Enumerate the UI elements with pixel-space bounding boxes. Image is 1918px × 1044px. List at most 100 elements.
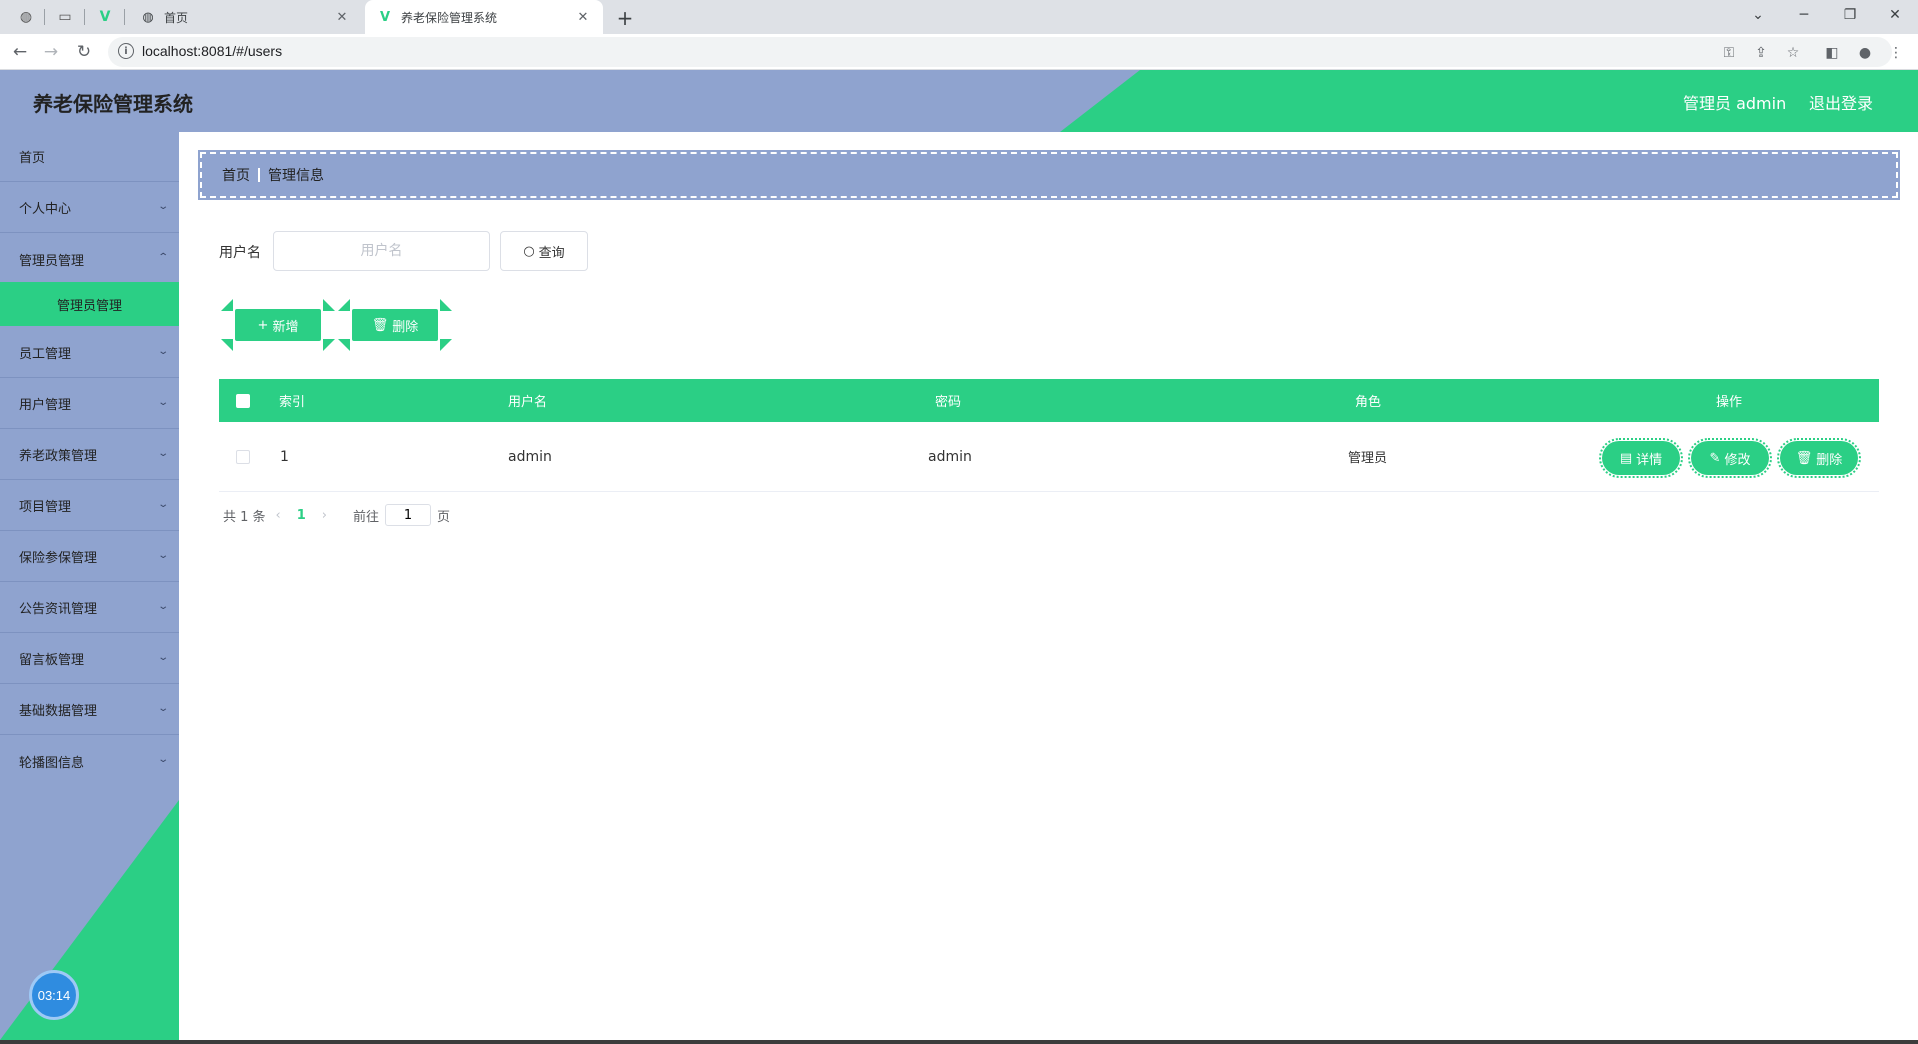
timer-badge[interactable]: 03:14 [29, 970, 79, 1020]
sidebar-item-basic-data[interactable]: 基础数据管理 ⌄ [0, 685, 179, 735]
side-panel-icon[interactable]: ◧ [1822, 43, 1842, 63]
pencil-icon: ✎ [1709, 450, 1721, 466]
site-info-icon[interactable]: i [118, 43, 134, 59]
row-delete-button[interactable]: 🗑 删除 [1777, 438, 1861, 478]
add-button-label: 新增 [272, 319, 299, 335]
sidebar-item-carousel[interactable]: 轮播图信息 ⌄ [0, 736, 179, 786]
close-icon[interactable]: ✕ [334, 9, 350, 25]
breadcrumb-home[interactable]: 首页 [222, 165, 250, 185]
share-icon[interactable]: ⇪ [1751, 43, 1771, 63]
sidebar-item-staff-management[interactable]: 员工管理 ⌄ [0, 328, 179, 378]
row-select-cell [236, 422, 250, 491]
minimize-button[interactable]: ─ [1781, 0, 1827, 30]
select-all-checkbox[interactable] [236, 393, 250, 408]
edit-button[interactable]: ✎ 修改 [1688, 438, 1772, 478]
column-header-actions: 操作 [1716, 395, 1743, 410]
chevron-down-icon: ⌄ [156, 346, 169, 357]
row-checkbox[interactable] [236, 449, 250, 464]
close-window-button[interactable]: ✕ [1872, 0, 1918, 30]
page-number-current[interactable]: 1 [297, 508, 306, 523]
next-page-icon[interactable]: › [322, 508, 327, 523]
chevron-down-icon: ⌄ [156, 397, 169, 408]
sidebar: 首页 个人中心 ⌄ 管理员管理 ⌃ 管理员管理 员工管理 ⌄ 用户管理 ⌄ 养老… [0, 132, 179, 1040]
chevron-up-icon: ⌃ [156, 252, 169, 263]
key-icon[interactable]: ⚿ [1719, 43, 1739, 63]
app-header: 养老保险管理系统 管理员 admin 退出登录 [0, 70, 1918, 132]
sidebar-item-label: 轮播图信息 [19, 755, 85, 771]
close-icon[interactable]: ✕ [575, 9, 591, 25]
sidebar-item-label: 管理员管理 [19, 253, 85, 269]
username-search-input[interactable] [273, 231, 490, 271]
sidebar-item-label: 个人中心 [19, 202, 72, 217]
sidebar-item-project-management[interactable]: 项目管理 ⌄ [0, 481, 179, 531]
sidebar-item-admin-management[interactable]: 管理员管理 ⌃ [0, 234, 179, 284]
sidebar-item-home[interactable]: 首页 [0, 132, 179, 182]
pinned-tab-blank-icon[interactable]: ▭ [52, 4, 78, 30]
breadcrumb: 首页 管理信息 [198, 150, 1900, 200]
sidebar-item-label: 项目管理 [19, 500, 72, 515]
sidebar-item-label: 用户管理 [19, 398, 72, 413]
sidebar-item-pension-policy[interactable]: 养老政策管理 ⌄ [0, 430, 179, 480]
app-title: 养老保险管理系统 [33, 92, 193, 116]
column-header-username[interactable]: 用户名 [508, 379, 547, 422]
star-icon[interactable]: ☆ [1783, 43, 1803, 63]
logout-link[interactable]: 退出登录 [1809, 90, 1873, 114]
chevron-down-icon: ⌄ [156, 550, 169, 561]
add-button[interactable]: + 新增 [221, 299, 335, 351]
button-decoration [221, 299, 233, 311]
sidebar-item-announcements[interactable]: 公告资讯管理 ⌄ [0, 583, 179, 633]
chevron-down-icon: ⌄ [156, 499, 169, 510]
restore-button[interactable]: ❐ [1827, 0, 1873, 30]
cell-password: admin [928, 448, 972, 465]
row-delete-button-label: 删除 [1816, 452, 1843, 468]
address-bar[interactable]: i localhost:8081/#/users [108, 37, 1892, 67]
column-header-password[interactable]: 密码 [935, 379, 961, 422]
prev-page-icon[interactable]: ‹ [276, 508, 281, 523]
sidebar-item-label: 保险参保管理 [19, 551, 98, 566]
detail-button[interactable]: ▤ 详情 [1599, 438, 1683, 478]
tab-divider [44, 9, 45, 25]
sidebar-subitem-admin-management[interactable]: 管理员管理 [0, 282, 179, 326]
tab-title: 养老保险管理系统 [401, 10, 498, 25]
query-button[interactable]: ○ 查询 [500, 231, 588, 271]
sidebar-item-user-management[interactable]: 用户管理 ⌄ [0, 379, 179, 429]
cell-index: 1 [280, 448, 289, 465]
tab-active-app[interactable]: V 养老保险管理系统 ✕ [365, 0, 603, 34]
sidebar-item-label: 公告资讯管理 [19, 602, 98, 617]
globe-icon: ◍ [142, 9, 154, 25]
plus-icon: + [257, 317, 269, 333]
button-decoration [440, 339, 452, 351]
forward-arrow-icon[interactable]: → [37, 38, 65, 66]
search-icon: ○ [523, 243, 535, 259]
search-label: 用户名 [219, 245, 261, 261]
header-accent-shape [1060, 70, 1918, 132]
sidebar-item-personal-center[interactable]: 个人中心 ⌄ [0, 183, 179, 233]
page-unit-label: 页 [437, 509, 451, 525]
sidebar-item-label: 首页 [19, 151, 46, 166]
pinned-tab-globe-icon[interactable]: ◍ [13, 4, 39, 30]
vue-logo-icon: V [379, 9, 391, 25]
back-arrow-icon[interactable]: ← [6, 38, 34, 66]
edit-button-label: 修改 [1724, 452, 1751, 468]
menu-dots-icon[interactable]: ⋮ [1886, 43, 1906, 63]
tab-home[interactable]: ◍ 首页 ✕ [128, 0, 362, 34]
taskbar-edge [0, 1040, 1918, 1044]
profile-icon[interactable]: ● [1855, 43, 1875, 63]
cell-role: 管理员 [1348, 451, 1388, 466]
new-tab-button[interactable]: + [612, 5, 638, 31]
batch-delete-button[interactable]: 🗑 删除 [338, 299, 452, 351]
tab-search-icon[interactable]: ⌄ [1735, 0, 1781, 30]
url-text: localhost:8081/#/users [142, 43, 283, 59]
sidebar-item-insurance-enrollment[interactable]: 保险参保管理 ⌄ [0, 532, 179, 582]
sidebar-accent-shape [0, 800, 179, 1040]
goto-page-input[interactable] [385, 504, 432, 526]
column-header-index[interactable]: 索引 [279, 379, 305, 422]
column-header-role[interactable]: 角色 [1355, 379, 1381, 422]
chevron-down-icon: ⌄ [156, 703, 169, 714]
table-row[interactable]: 1 admin admin 管理员 ▤ 详情 ✎ 修改 🗑 删除 [219, 422, 1879, 492]
reload-icon[interactable]: ↻ [70, 38, 98, 66]
sidebar-item-label: 员工管理 [19, 347, 72, 362]
sidebar-item-message-board[interactable]: 留言板管理 ⌄ [0, 634, 179, 684]
pinned-tab-vue-icon[interactable]: V [92, 4, 118, 30]
trash-icon: 🗑 [371, 317, 389, 333]
